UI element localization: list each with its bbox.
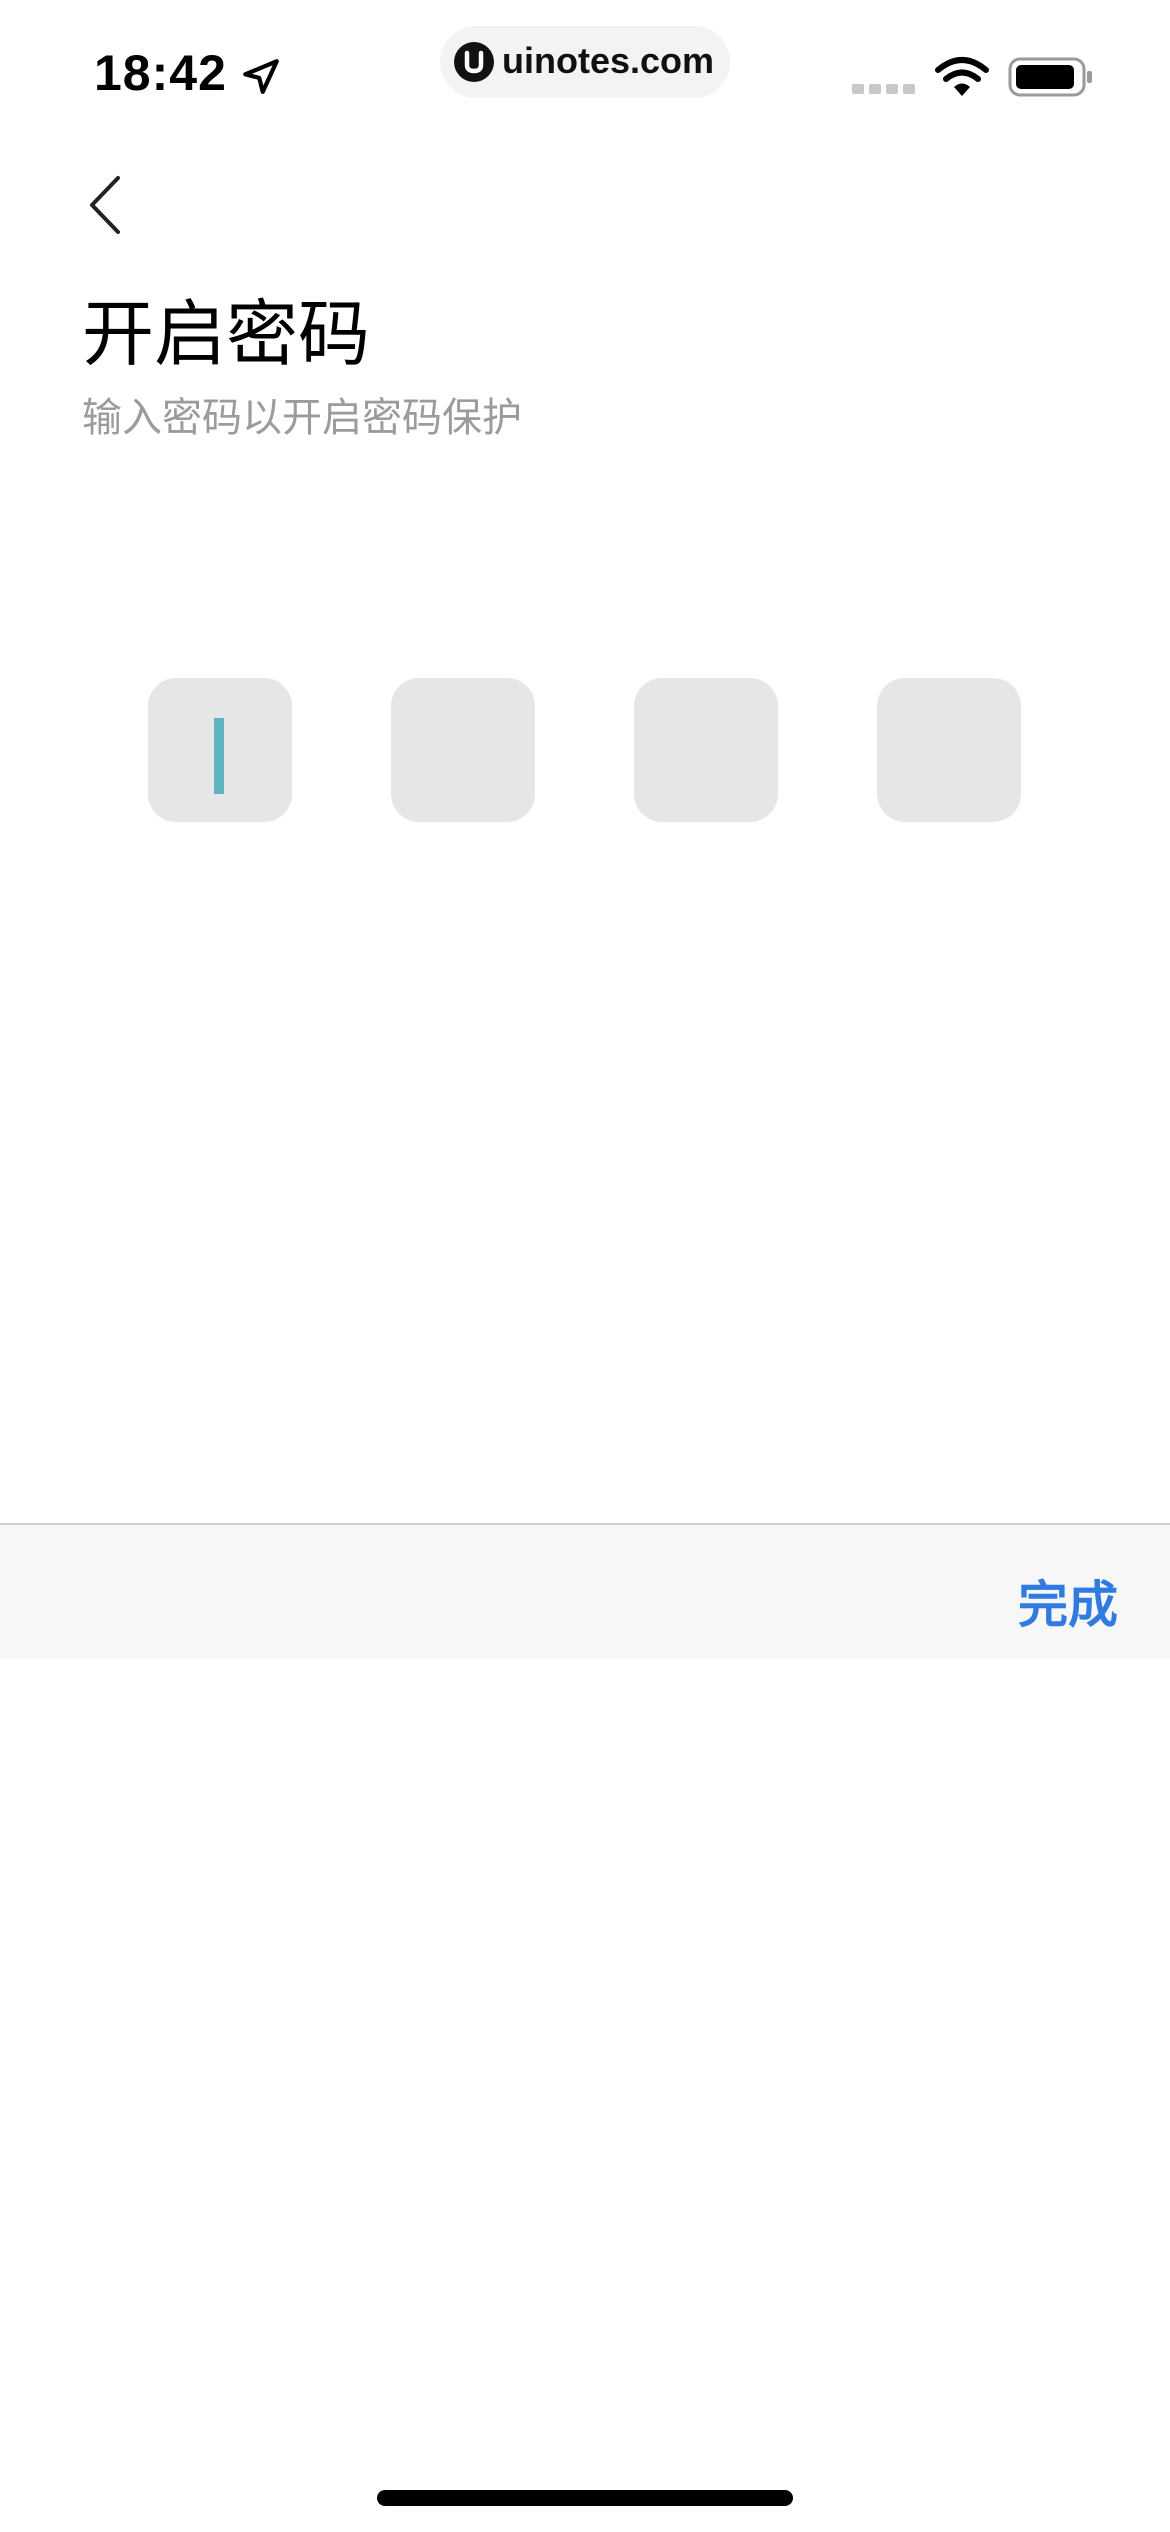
pin-digit-box-2[interactable] [391,678,535,822]
url-text: uinotes.com [502,40,715,81]
chevron-left-icon [90,176,120,234]
battery-icon [1008,57,1092,97]
wifi-icon [935,57,989,96]
location-arrow-icon [243,59,279,94]
back-button[interactable] [76,170,136,240]
status-bar: 18:42 uinotes.com [0,0,1170,150]
page-subtitle: 输入密码以开启密码保护 [82,395,522,441]
url-badge: uinotes.com [440,26,730,98]
status-time: 18:42 [94,45,227,101]
home-indicator[interactable] [377,2490,793,2506]
done-button[interactable]: 完成 [1018,1565,1118,1637]
keyboard-toolbar: 完成 [0,1523,1170,1659]
uinotes-logo-icon [454,42,494,82]
page-title: 开启密码 [82,292,371,376]
pin-digit-box-1[interactable] [148,678,292,822]
cellular-signal-icon [852,84,915,94]
pin-digit-box-3[interactable] [634,678,778,822]
text-cursor [214,718,224,794]
pin-digit-box-4[interactable] [877,678,1021,822]
